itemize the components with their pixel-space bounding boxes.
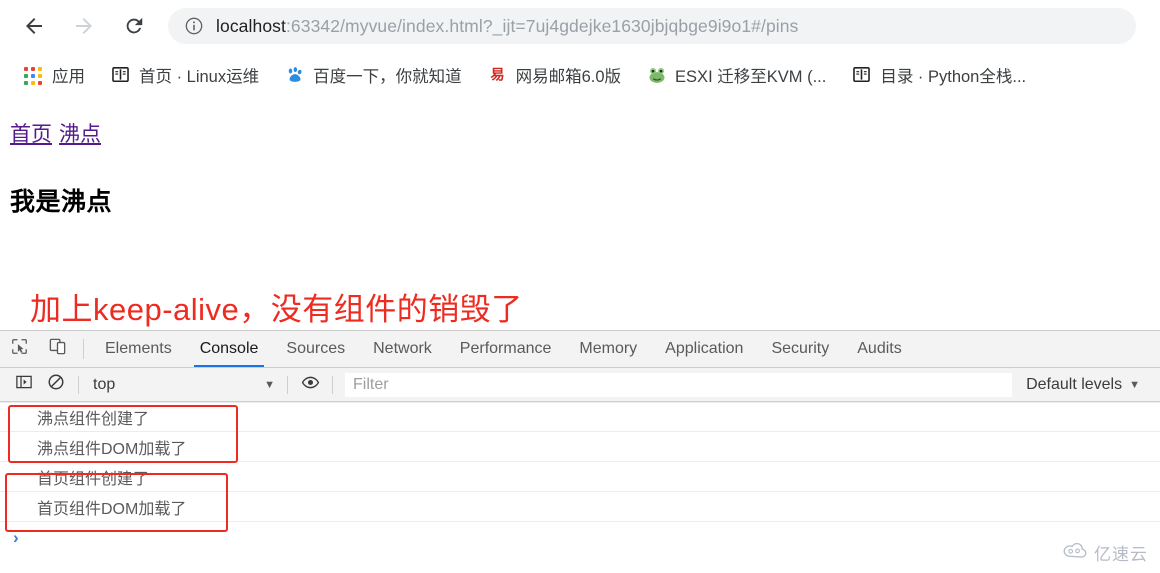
reload-icon xyxy=(123,15,145,37)
device-toolbar-icon xyxy=(48,337,67,361)
tab-audits[interactable]: Audits xyxy=(843,331,915,367)
frog-icon xyxy=(647,65,667,85)
tab-application[interactable]: Application xyxy=(651,331,757,367)
console-sidebar-button[interactable] xyxy=(8,371,40,399)
console-output[interactable]: 沸点组件创建了 沸点组件DOM加载了 首页组件创建了 首页组件DOM加载了 › xyxy=(0,402,1160,573)
page-title: 我是沸点 xyxy=(10,188,113,216)
book-icon xyxy=(852,65,872,85)
reload-button[interactable] xyxy=(114,6,154,46)
devtools-tabbar: Elements Console Sources Network Perform… xyxy=(0,331,1160,368)
bookmark-linux-home[interactable]: 首页 · Linux运维 xyxy=(103,60,267,90)
bookmark-label: 应用 xyxy=(52,68,85,86)
toolbar-divider xyxy=(78,375,79,394)
bookmark-netease-mail[interactable]: 易 网易邮箱6.0版 xyxy=(480,60,629,90)
tab-performance[interactable]: Performance xyxy=(446,331,566,367)
inspect-cursor-icon xyxy=(10,337,29,361)
chevron-down-icon: ▼ xyxy=(264,378,275,391)
netease-mail-icon: 易 xyxy=(488,65,508,85)
live-expression-eye-icon xyxy=(301,373,320,397)
bookmark-label: ESXI 迁移至KVM (... xyxy=(675,68,827,86)
console-message[interactable]: 首页组件DOM加载了 xyxy=(0,492,1160,522)
toggle-device-toolbar-button[interactable] xyxy=(38,331,76,367)
address-bar-path: :63342/myvue/index.html?_ijt=7uj4gdejke1… xyxy=(285,16,799,36)
toolbar-divider xyxy=(287,375,288,394)
console-message[interactable]: 首页组件创建了 xyxy=(0,462,1160,492)
devtools-panel: Elements Console Sources Network Perform… xyxy=(0,330,1160,573)
book-icon xyxy=(111,65,131,85)
address-bar-host: localhost xyxy=(216,16,286,36)
router-link-pins[interactable]: 沸点 xyxy=(59,123,101,146)
router-links: 首页 沸点 xyxy=(10,121,1160,149)
bookmark-label: 目录 · Python全栈... xyxy=(880,68,1027,86)
page-viewport: 首页 沸点 我是沸点 加上keep-alive，没有组件的销毁了 xyxy=(0,98,1160,330)
browser-window: localhost:63342/myvue/index.html?_ijt=7u… xyxy=(0,0,1160,573)
bookmark-esxi-kvm[interactable]: ESXI 迁移至KVM (... xyxy=(639,60,834,90)
address-bar[interactable]: localhost:63342/myvue/index.html?_ijt=7u… xyxy=(168,8,1136,44)
forward-button[interactable] xyxy=(64,6,104,46)
console-sidebar-icon xyxy=(15,373,33,396)
log-levels-label: Default levels xyxy=(1026,375,1123,393)
apps-grid-icon xyxy=(24,65,44,85)
watermark-text: 亿速云 xyxy=(1094,545,1148,564)
arrow-right-icon xyxy=(72,14,96,38)
svg-text:易: 易 xyxy=(490,66,504,83)
live-expression-button[interactable] xyxy=(294,371,326,399)
tab-sources[interactable]: Sources xyxy=(272,331,359,367)
tab-memory[interactable]: Memory xyxy=(565,331,651,367)
info-circle-icon[interactable] xyxy=(184,16,204,36)
clear-console-button[interactable] xyxy=(40,371,72,399)
bookmark-label: 百度一下，你就知道 xyxy=(313,68,462,86)
tab-network[interactable]: Network xyxy=(359,331,446,367)
baidu-paw-icon xyxy=(285,65,305,85)
cloud-icon xyxy=(1063,542,1089,563)
router-link-home[interactable]: 首页 xyxy=(10,123,52,146)
bookmark-python-toc[interactable]: 目录 · Python全栈... xyxy=(844,60,1034,90)
watermark: 亿速云 xyxy=(1063,540,1148,565)
address-bar-url: localhost:63342/myvue/index.html?_ijt=7u… xyxy=(216,8,798,44)
console-toolbar: top ▼ Filter Default levels ▼ xyxy=(0,368,1160,402)
clear-console-icon xyxy=(47,373,65,396)
console-filter-input[interactable]: Filter xyxy=(345,372,1013,397)
execution-context-label: top xyxy=(93,375,116,393)
arrow-left-icon xyxy=(22,14,46,38)
tab-console[interactable]: Console xyxy=(186,331,273,367)
console-message[interactable]: 沸点组件创建了 xyxy=(0,402,1160,432)
prompt-caret-icon: › xyxy=(13,528,19,547)
console-prompt[interactable]: › xyxy=(0,522,1160,554)
bookmarks-bar: 应用 首页 · Linux运维 百度一下，你就知道 易 网易邮箱6.0版 ESX… xyxy=(0,52,1160,98)
inspect-element-button[interactable] xyxy=(0,331,38,367)
bookmark-baidu[interactable]: 百度一下，你就知道 xyxy=(277,60,470,90)
toolbar-divider xyxy=(332,375,333,394)
bookmark-label: 首页 · Linux运维 xyxy=(139,68,260,86)
log-levels-select[interactable]: Default levels ▼ xyxy=(1018,373,1160,397)
annotation-text: 加上keep-alive，没有组件的销毁了 xyxy=(30,292,523,327)
back-button[interactable] xyxy=(14,6,54,46)
bookmark-label: 网易邮箱6.0版 xyxy=(515,68,622,86)
tab-elements[interactable]: Elements xyxy=(91,331,186,367)
toolbar-divider xyxy=(83,339,84,359)
browser-toolbar: localhost:63342/myvue/index.html?_ijt=7u… xyxy=(0,0,1160,52)
tab-security[interactable]: Security xyxy=(757,331,843,367)
chevron-down-icon: ▼ xyxy=(1129,378,1140,391)
execution-context-select[interactable]: top ▼ xyxy=(85,373,281,397)
bookmark-apps[interactable]: 应用 xyxy=(16,60,93,90)
console-message[interactable]: 沸点组件DOM加载了 xyxy=(0,432,1160,462)
